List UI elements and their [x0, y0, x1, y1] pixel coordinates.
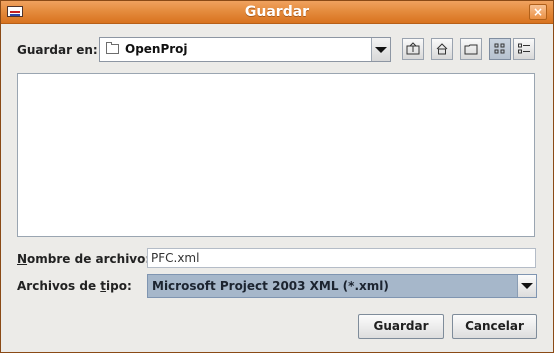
- list-view-icon: [494, 43, 505, 54]
- details-view-icon: [518, 43, 530, 54]
- cancel-button[interactable]: Cancelar: [452, 314, 537, 339]
- file-name-label: Nombre de archivo:: [17, 252, 150, 266]
- close-button[interactable]: ×: [529, 4, 547, 20]
- file-type-combo[interactable]: Microsoft Project 2003 XML (*.xml): [147, 274, 537, 298]
- new-folder-icon: [464, 44, 478, 55]
- home-button[interactable]: [431, 38, 453, 60]
- file-type-label-rest: ipo:: [106, 279, 132, 293]
- save-in-dropdown-button[interactable]: [371, 38, 390, 61]
- file-name-label-mnemonic: N: [17, 252, 28, 266]
- chevron-down-icon: [521, 283, 533, 289]
- titlebar: Guardar ×: [1, 1, 553, 24]
- close-icon: ×: [532, 5, 544, 19]
- save-in-selected: OpenProj: [125, 42, 188, 56]
- new-folder-button[interactable]: [460, 38, 482, 60]
- up-one-level-icon: [406, 42, 420, 55]
- save-dialog: Guardar × Guardar en: OpenProj Nombre de…: [0, 0, 554, 353]
- home-icon: [436, 43, 448, 55]
- file-name-label-rest: ombre de archivo:: [27, 252, 151, 266]
- file-type-label: Archivos de tipo:: [17, 279, 132, 293]
- chevron-down-icon: [375, 46, 387, 53]
- file-type-selected: Microsoft Project 2003 XML (*.xml): [152, 279, 389, 293]
- file-type-dropdown-button[interactable]: [517, 275, 536, 297]
- file-list[interactable]: [17, 73, 535, 237]
- file-type-label-prefix: Archivos de: [17, 279, 101, 293]
- file-name-input[interactable]: [147, 248, 536, 268]
- save-in-combo[interactable]: OpenProj: [99, 37, 391, 62]
- window-title: Guardar: [244, 4, 310, 20]
- save-in-label: Guardar en:: [17, 43, 98, 57]
- up-one-level-button[interactable]: [402, 38, 424, 60]
- list-view-button[interactable]: [489, 38, 511, 60]
- folder-icon: [106, 42, 119, 54]
- save-button[interactable]: Guardar: [358, 314, 444, 339]
- details-view-button[interactable]: [513, 38, 535, 60]
